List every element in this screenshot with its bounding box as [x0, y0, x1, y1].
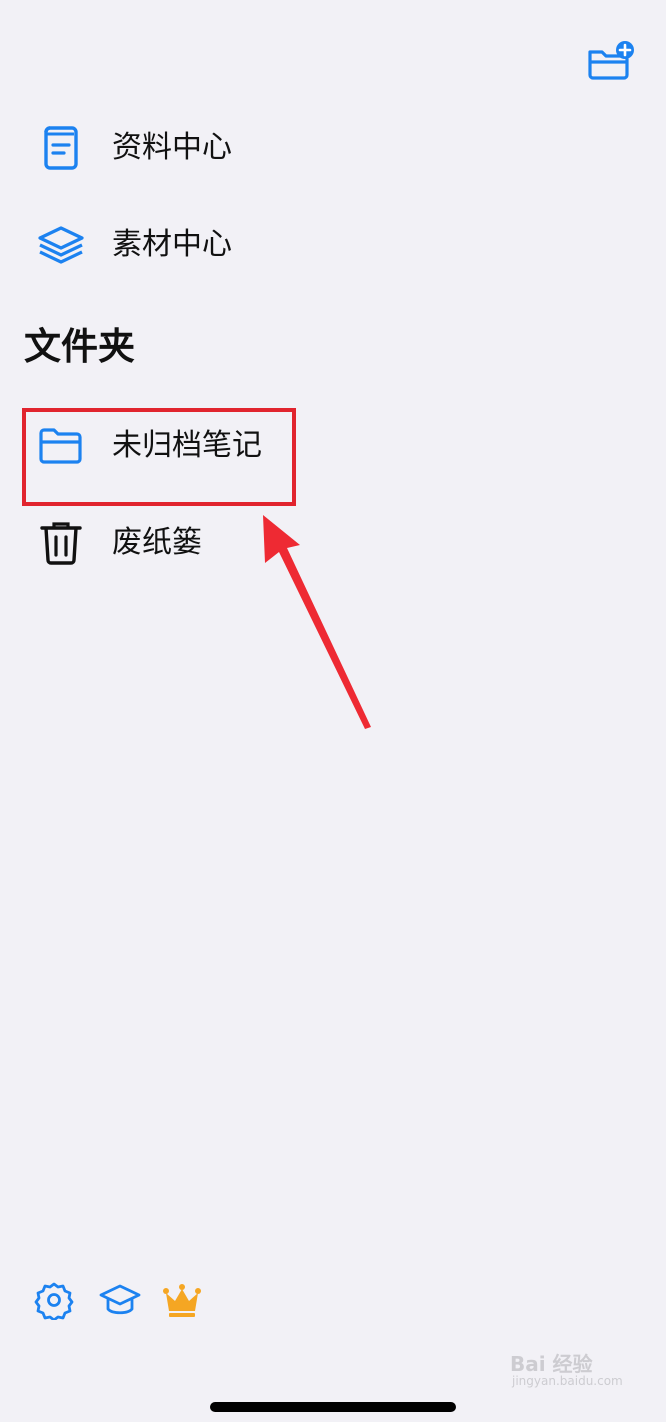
vip-button[interactable]: [162, 1280, 202, 1320]
folder-item-label: 废纸篓: [112, 525, 202, 560]
home-indicator[interactable]: [210, 1402, 456, 1412]
watermark-url: jingyan.baidu.com: [512, 1374, 623, 1388]
highlight-box: [22, 408, 296, 506]
settings-gear-icon: [34, 1282, 74, 1322]
menu-item-resource-center[interactable]: 资料中心: [0, 105, 666, 191]
tutorial-button[interactable]: [99, 1280, 141, 1320]
layers-icon: [36, 220, 86, 270]
graduation-cap-icon: [99, 1284, 141, 1315]
menu-item-material-center[interactable]: 素材中心: [0, 202, 666, 288]
new-folder-button[interactable]: [584, 40, 636, 82]
trash-icon: [36, 518, 86, 568]
menu-item-label: 素材中心: [112, 227, 232, 262]
watermark: Bai 经验 jingyan.baidu.com: [510, 1348, 630, 1394]
crown-icon: [163, 1284, 201, 1317]
settings-button[interactable]: [34, 1280, 74, 1322]
watermark-logo-text: Bai 经验: [510, 1352, 593, 1376]
folder-plus-icon: [588, 41, 634, 80]
document-book-icon: [36, 123, 86, 173]
folders-section-title: 文件夹: [24, 325, 135, 368]
annotation-arrow: [263, 515, 371, 729]
menu-item-label: 资料中心: [112, 130, 232, 165]
